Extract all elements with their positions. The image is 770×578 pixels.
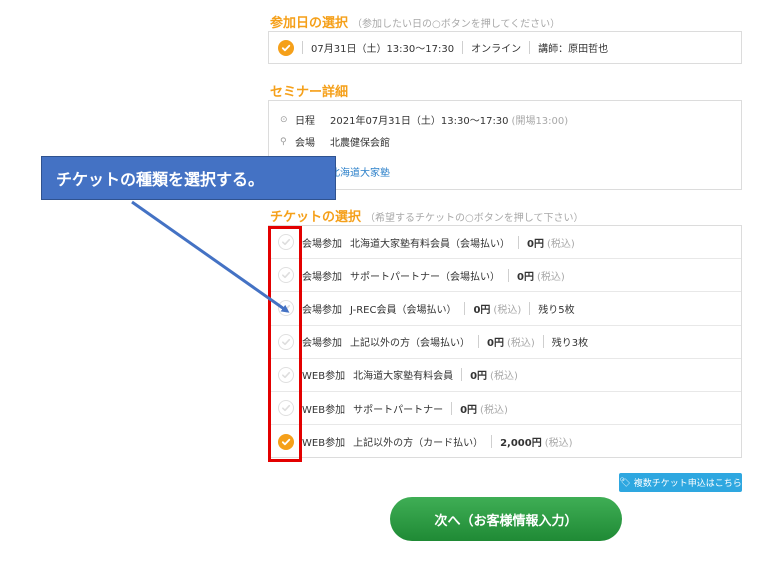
ticket-row[interactable]: WEB参加 北海道大家塾有料会員 0円 (税込) bbox=[269, 359, 741, 392]
tag-icon: 🏷 bbox=[619, 477, 631, 488]
ticket-row[interactable]: WEB参加 上記以外の方（カード払い） 2,000円 (税込) bbox=[269, 425, 741, 458]
detail-venue-value: 北農健保会館 bbox=[330, 138, 390, 149]
detail-date-value: 2021年07月31日（土）13:30～17:30 bbox=[330, 116, 509, 127]
seminar-detail-box: ⊙ 日程 2021年07月31日（土）13:30～17:30 (開場13:00) … bbox=[268, 100, 742, 190]
date-option-lecturer: 講師：原田哲也 bbox=[538, 44, 609, 55]
detail-section-title: セミナー詳細 bbox=[270, 85, 349, 100]
remaining-count: 残り3枚 bbox=[551, 338, 589, 350]
ticket-list: 会場参加 北海道大家塾有料会員（会場払い） 0円 (税込) 会場参加 サポートパートナ… bbox=[268, 225, 742, 458]
next-button[interactable]: 次へ（お客様情報入力） bbox=[390, 497, 622, 541]
date-option-venue: オンライン bbox=[471, 44, 522, 55]
ticket-section-title: チケットの選択 （希望するチケットの○ボタンを押して下さい） bbox=[270, 210, 584, 225]
clock-icon: ⊙ bbox=[280, 114, 288, 125]
date-option-box: 07月31日（土）13:30～17:30 オンライン 講師：原田哲也 bbox=[268, 31, 742, 64]
remaining-count: 残り5枚 bbox=[538, 304, 575, 316]
divider bbox=[302, 41, 303, 54]
date-section-title: 参加日の選択 （参加したい日の○ボタンを押してください） bbox=[270, 16, 561, 31]
map-pin-icon: ⚲ bbox=[280, 136, 287, 147]
ticket-row[interactable]: 会場参加 J-REC会員（会場払い） 0円 (税込) 残り5枚 bbox=[269, 292, 741, 326]
ticket-row[interactable]: 会場参加 上記以外の方（会場払い） 0円 (税込) 残り3枚 bbox=[269, 326, 741, 359]
annotation-callout: チケットの種類を選択する。 bbox=[41, 156, 336, 200]
ticket-row[interactable]: 会場参加 サポートパートナー（会場払い） 0円 (税込) bbox=[269, 259, 741, 293]
date-option-row[interactable]: 07月31日（土）13:30～17:30 オンライン 講師：原田哲也 bbox=[269, 32, 741, 63]
multi-ticket-button[interactable]: 🏷 複数チケット申込はこちら bbox=[619, 473, 742, 492]
detail-open-time: (開場13:00) bbox=[511, 116, 569, 127]
divider bbox=[462, 41, 464, 54]
organizer-link[interactable]: 北海道大家塾 bbox=[330, 164, 390, 179]
date-option-date: 07月31日（土）13:30～17:30 bbox=[311, 44, 455, 55]
divider bbox=[529, 41, 531, 54]
detail-date-row: ⊙ 日程 2021年07月31日（土）13:30～17:30 (開場13:00) bbox=[280, 112, 569, 128]
ticket-row[interactable]: WEB参加 サポートパートナー 0円 (税込) bbox=[269, 392, 741, 426]
highlight-box bbox=[268, 226, 302, 462]
ticket-row[interactable]: 会場参加 北海道大家塾有料会員（会場払い） 0円 (税込) bbox=[269, 226, 741, 260]
detail-venue-row: ⚲ 会場 北農健保会館 bbox=[280, 134, 390, 150]
check-selected-icon[interactable] bbox=[278, 39, 294, 56]
